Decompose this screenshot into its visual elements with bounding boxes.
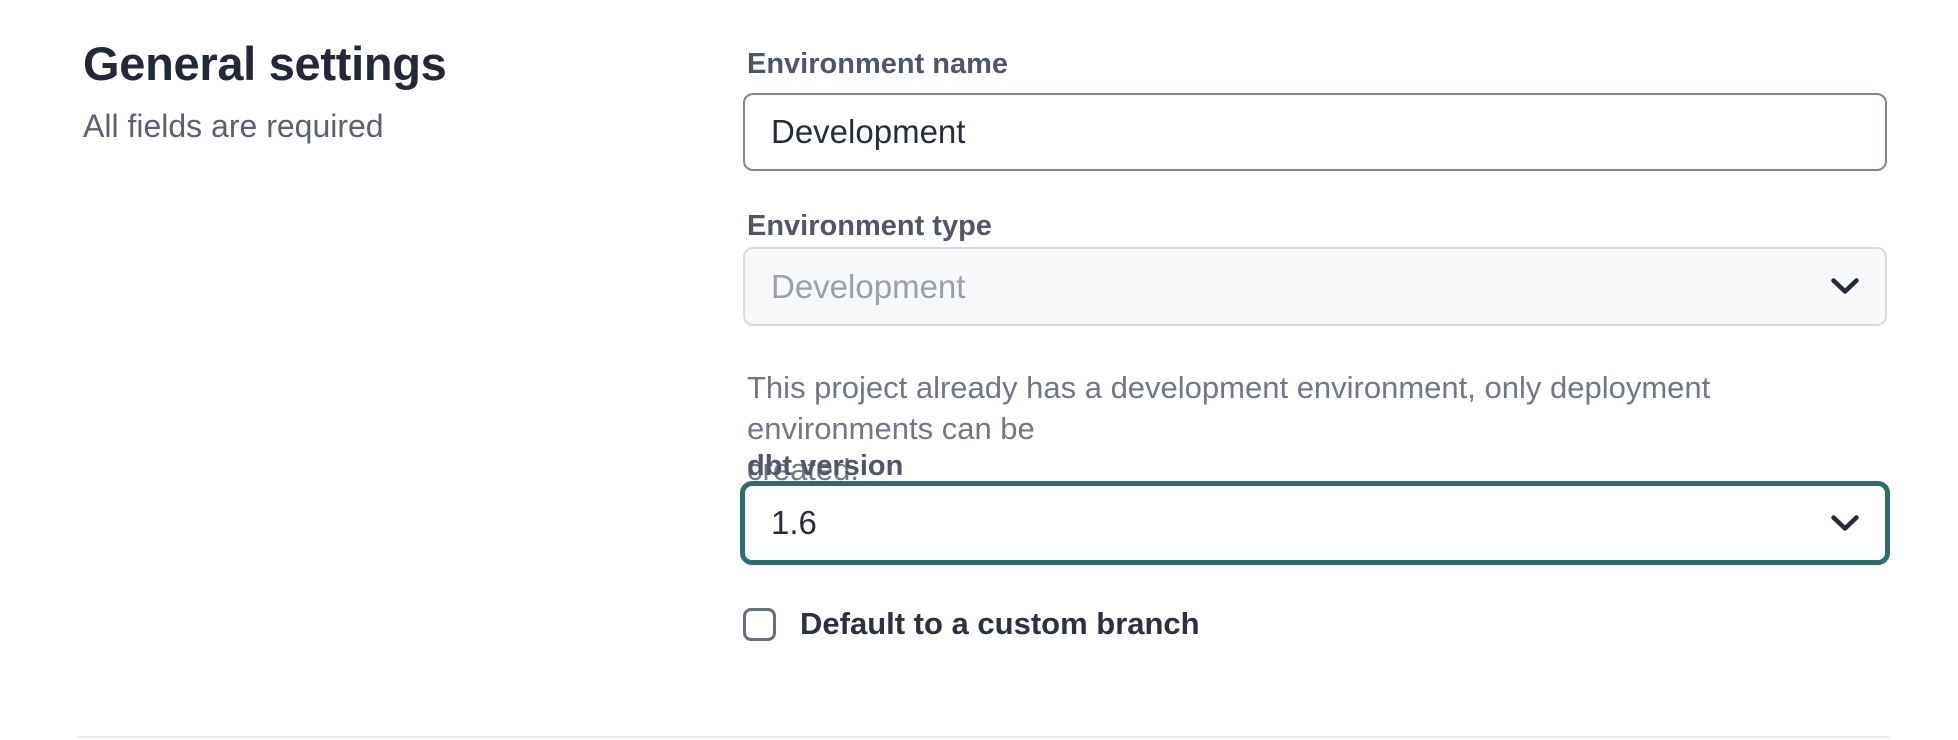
environment-type-select: Development: [743, 247, 1887, 326]
section-divider: [78, 736, 1889, 738]
environment-type-label: Environment type: [747, 208, 992, 244]
dbt-version-value: 1.6: [771, 504, 817, 542]
custom-branch-checkbox[interactable]: [743, 608, 776, 641]
environment-name-input[interactable]: [743, 93, 1887, 171]
section-header: General settings All fields are required: [83, 36, 643, 146]
environment-type-value: Development: [771, 268, 965, 306]
chevron-down-icon: [1831, 278, 1859, 295]
environment-type-helper: This project already has a development e…: [747, 367, 1892, 490]
chevron-down-icon: [1831, 515, 1859, 532]
general-settings-page: General settings All fields are required…: [0, 0, 1958, 740]
custom-branch-row: Default to a custom branch: [743, 604, 1200, 644]
dbt-version-label: dbt version: [747, 448, 903, 484]
environment-name-label: Environment name: [747, 46, 1008, 82]
page-title: General settings: [83, 36, 643, 92]
dbt-version-select[interactable]: 1.6: [740, 481, 1890, 565]
custom-branch-label: Default to a custom branch: [800, 604, 1200, 644]
page-subtitle: All fields are required: [83, 106, 643, 146]
